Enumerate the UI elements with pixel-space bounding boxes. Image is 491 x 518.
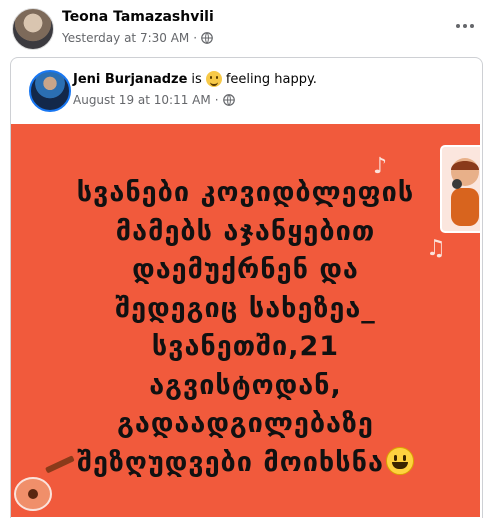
- caption-line: სვანები კოვიდბლეფის: [76, 177, 415, 208]
- caption-line: დაემუქრნენ და: [132, 254, 359, 285]
- globe-icon[interactable]: [201, 32, 213, 44]
- feeling-text: feeling happy.: [225, 71, 317, 87]
- shared-post-timestamp[interactable]: August 19 at 10:11 AM: [73, 93, 211, 107]
- shared-author-avatar[interactable]: [29, 70, 71, 112]
- smiling-face-icon: [205, 71, 222, 87]
- shared-author-name[interactable]: Jeni Burjanadze: [73, 72, 187, 87]
- post-timestamp[interactable]: Yesterday at 7:30 AM: [62, 31, 189, 45]
- globe-icon[interactable]: [222, 94, 235, 106]
- shared-is-text: is: [191, 71, 202, 87]
- author-name[interactable]: Teona Tamazashvili: [62, 9, 214, 25]
- caption-line: გადაადგილებაზე: [117, 408, 374, 439]
- caption-line: მამებს აჯანყებით: [115, 215, 376, 247]
- caption-line: შედეგიც სახეზეა_: [115, 292, 376, 324]
- shared-post-image[interactable]: ♪ ♫ სვანები კოვიდბლეფის მამებს აჯანყებით…: [11, 124, 480, 517]
- shared-meta-separator: ·: [214, 93, 219, 107]
- meta-separator: ·: [193, 31, 198, 45]
- more-options-icon[interactable]: [453, 14, 477, 38]
- caption-line: სვანეთში,21: [151, 331, 340, 362]
- image-caption: სვანები კოვიდბლეფის მამებს აჯანყებით დაე…: [11, 174, 480, 482]
- facebook-post: Teona Tamazashvili Yesterday at 7:30 AM …: [0, 0, 491, 518]
- shared-post-header: Jeni Burjanadze is feeling happy.: [73, 71, 317, 87]
- caption-line: აგვისტოდან,: [149, 369, 342, 401]
- shared-post-meta: August 19 at 10:11 AM ·: [73, 93, 235, 107]
- caption-line: შეზღუდვები მოიხსნა: [77, 446, 384, 478]
- caption-line-last: შეზღუდვები მოიხსნა: [11, 444, 480, 483]
- author-avatar[interactable]: [12, 8, 54, 50]
- grinning-face-icon: [385, 446, 414, 475]
- post-meta: Yesterday at 7:30 AM ·: [62, 31, 213, 45]
